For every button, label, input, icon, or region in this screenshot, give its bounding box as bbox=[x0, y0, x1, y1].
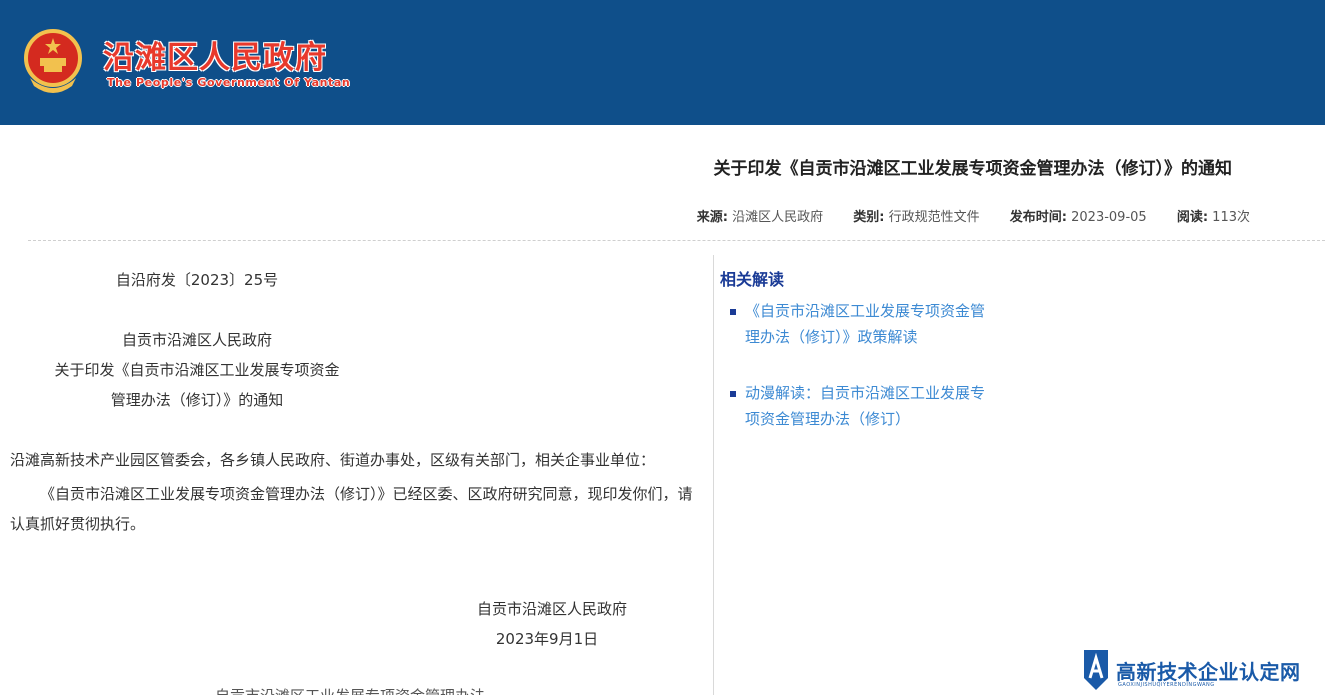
meta-date-value: 2023-09-05 bbox=[1071, 210, 1147, 225]
related-link-policy[interactable]: 《自贡市沿滩区工业发展专项资金管理办法（修订）》政策解读 bbox=[720, 298, 995, 350]
article-meta: 来源: 沿滩区人民政府 类别: 行政规范性文件 发布时间: 2023-09-05… bbox=[0, 206, 1325, 225]
signature-org: 自贡市沿滩区人民政府 bbox=[476, 600, 627, 618]
related-list: 《自贡市沿滩区工业发展专项资金管理办法（修订）》政策解读 动漫解读：自贡市沿滩区… bbox=[720, 298, 1020, 432]
watermark: 高新技术企业认定网 GAOXINJISHUQIYERENDINGWANG bbox=[1078, 648, 1325, 695]
doc-number: 自沿府发〔2023〕25号 bbox=[115, 271, 279, 289]
related-link-label[interactable]: 动漫解读：自贡市沿滩区工业发展专项资金管理办法（修订） bbox=[745, 384, 985, 428]
meta-date-label: 发布时间: bbox=[1009, 210, 1067, 225]
meta-source: 来源: 沿滩区人民政府 bbox=[697, 210, 823, 225]
doc-heading-line2: 关于印发《自贡市沿滩区工业发展专项资金 bbox=[54, 361, 340, 379]
site-header: 沿滩区人民政府 The People's Government Of Yanta… bbox=[0, 0, 1325, 125]
bullet-icon bbox=[730, 309, 736, 315]
signature-date: 2023年9月1日 bbox=[495, 630, 599, 648]
addressee: 沿滩高新技术产业园区管委会，各乡镇人民政府、街道办事处，区级有关部门，相关企事业… bbox=[10, 451, 656, 469]
site-title[interactable]: 沿滩区人民政府 bbox=[103, 32, 327, 77]
doc-heading-line1: 自贡市沿滩区人民政府 bbox=[121, 331, 272, 349]
watermark-subtext: GAOXINJISHUQIYERENDINGWANG bbox=[1118, 682, 1215, 688]
national-emblem-icon bbox=[24, 29, 82, 93]
article-body: 自沿府发〔2023〕25号 自贡市沿滩区人民政府 关于印发《自贡市沿滩区工业发展… bbox=[0, 255, 714, 695]
doc-heading-line3: 管理办法（修订）》的通知 bbox=[110, 391, 284, 409]
meta-divider bbox=[28, 240, 1325, 241]
related-link-animation[interactable]: 动漫解读：自贡市沿滩区工业发展专项资金管理办法（修订） bbox=[720, 380, 995, 432]
related-panel: 相关解读 《自贡市沿滩区工业发展专项资金管理办法（修订）》政策解读 动漫解读：自… bbox=[720, 266, 1020, 462]
meta-views-label: 阅读: bbox=[1176, 210, 1209, 225]
meta-source-value: 沿滩区人民政府 bbox=[732, 210, 824, 225]
meta-views-value: 113次 bbox=[1212, 210, 1250, 225]
attachment-title: 自贡市沿滩区工业发展专项资金管理办法 bbox=[215, 685, 485, 695]
related-link-label[interactable]: 《自贡市沿滩区工业发展专项资金管理办法（修订）》政策解读 bbox=[745, 302, 985, 346]
article-title: 关于印发《自贡市沿滩区工业发展专项资金管理办法（修订）》的通知 bbox=[713, 159, 1233, 179]
bullet-icon bbox=[730, 391, 736, 397]
meta-category: 类别: 行政规范性文件 bbox=[853, 210, 979, 225]
watermark-logo-icon bbox=[1084, 650, 1108, 690]
related-title: 相关解读 bbox=[720, 270, 785, 289]
watermark-text: 高新技术企业认定网 bbox=[1116, 660, 1301, 684]
meta-views: 阅读: 113次 bbox=[1177, 210, 1250, 225]
meta-source-label: 来源: bbox=[696, 210, 728, 225]
meta-category-label: 类别: bbox=[853, 210, 885, 225]
meta-category-value: 行政规范性文件 bbox=[888, 210, 980, 225]
body-paragraph: 《自贡市沿滩区工业发展专项资金管理办法（修订）》已经区委、区政府研究同意，现印发… bbox=[10, 485, 693, 533]
site-subtitle: The People's Government Of Yantan bbox=[107, 76, 351, 89]
meta-date: 发布时间: 2023-09-05 bbox=[1010, 210, 1147, 225]
